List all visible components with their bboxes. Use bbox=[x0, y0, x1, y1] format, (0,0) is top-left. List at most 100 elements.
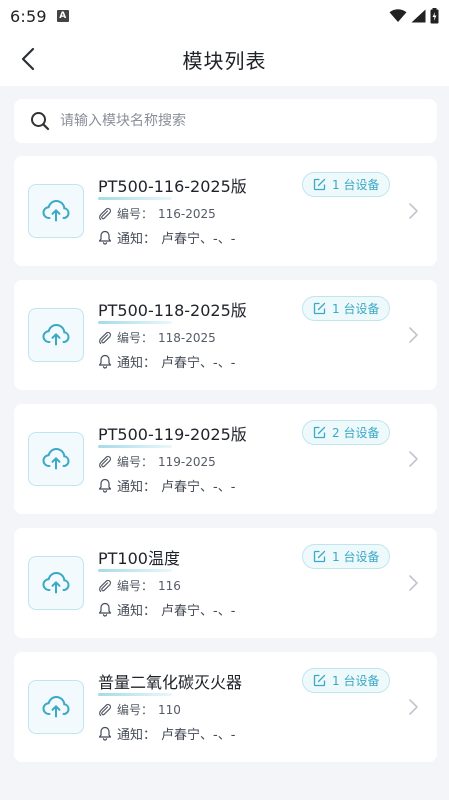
device-count: 1 台设备 bbox=[332, 550, 380, 564]
edit-icon bbox=[313, 302, 326, 315]
paperclip-icon bbox=[99, 455, 112, 468]
edit-icon bbox=[313, 178, 326, 191]
paperclip-icon bbox=[99, 579, 112, 592]
module-name: PT100温度 bbox=[98, 549, 180, 568]
module-notify: 卢春宁、-、- bbox=[161, 480, 236, 495]
notify-label: 通知： bbox=[117, 356, 157, 371]
nav-bar: 模块列表 bbox=[0, 32, 449, 86]
module-code-row: 编号： 116-2025 bbox=[98, 205, 216, 222]
notify-label: 通知： bbox=[117, 480, 157, 495]
bell-icon bbox=[98, 354, 112, 369]
module-card[interactable]: PT500-118-2025版 1 台设备 编号： 118-2025 通知： 卢春宁… bbox=[14, 280, 437, 390]
code-label: 编号： bbox=[117, 455, 154, 469]
module-code-row: 编号： 116 bbox=[98, 577, 181, 594]
module-thumbnail bbox=[28, 184, 84, 238]
module-card[interactable]: PT500-116-2025版 1 台设备 编号： 116-2025 通知： 卢春宁… bbox=[14, 156, 437, 266]
chevron-left-icon bbox=[21, 47, 35, 71]
name-underline bbox=[98, 321, 172, 324]
notify-label: 通知： bbox=[117, 728, 157, 743]
module-card[interactable]: 普量二氧化碳灭火器 1 台设备 编号： 110 通知： 卢春宁、-、- bbox=[14, 652, 437, 762]
chevron-right-icon bbox=[409, 575, 418, 591]
search-icon bbox=[31, 112, 50, 131]
bell-icon bbox=[98, 230, 112, 245]
module-notify-row: 通知： 卢春宁、-、- bbox=[98, 724, 235, 743]
edit-icon bbox=[313, 426, 326, 439]
device-count-badge[interactable]: 2 台设备 bbox=[302, 420, 391, 445]
wifi-icon bbox=[389, 9, 407, 22]
notify-label: 通知： bbox=[117, 232, 157, 247]
name-underline bbox=[98, 445, 172, 448]
module-notify: 卢春宁、-、- bbox=[161, 232, 236, 247]
module-notify-row: 通知： 卢春宁、-、- bbox=[98, 600, 235, 619]
bell-icon bbox=[98, 602, 112, 617]
device-count-badge[interactable]: 1 台设备 bbox=[302, 668, 391, 693]
module-code: 116 bbox=[158, 578, 181, 593]
device-count: 1 台设备 bbox=[332, 178, 380, 192]
edit-icon bbox=[313, 674, 326, 687]
device-count-badge[interactable]: 1 台设备 bbox=[302, 544, 391, 569]
module-code: 116-2025 bbox=[158, 206, 216, 221]
cloud-upload-icon bbox=[42, 447, 70, 470]
chevron-right-icon bbox=[409, 203, 418, 219]
module-name: PT500-119-2025版 bbox=[98, 425, 247, 444]
paperclip-icon bbox=[99, 207, 112, 220]
cloud-upload-icon bbox=[42, 323, 70, 346]
module-name: 普量二氧化碳灭火器 bbox=[98, 673, 243, 692]
notification-app-icon: A bbox=[56, 10, 69, 22]
back-button[interactable] bbox=[14, 44, 42, 74]
module-thumbnail bbox=[28, 308, 84, 362]
status-time: 6:59 bbox=[10, 6, 47, 26]
content-area: PT500-116-2025版 1 台设备 编号： 116-2025 通知： 卢春宁… bbox=[0, 86, 449, 800]
module-code-row: 编号： 119-2025 bbox=[98, 453, 216, 470]
device-count-badge[interactable]: 1 台设备 bbox=[302, 172, 391, 197]
edit-icon bbox=[313, 550, 326, 563]
module-notify: 卢春宁、-、- bbox=[161, 356, 236, 371]
module-code: 118-2025 bbox=[158, 330, 216, 345]
search-input[interactable] bbox=[60, 113, 400, 129]
module-code: 119-2025 bbox=[158, 454, 216, 469]
module-notify: 卢春宁、-、- bbox=[161, 604, 236, 619]
bell-icon bbox=[98, 478, 112, 493]
module-notify: 卢春宁、-、- bbox=[161, 728, 236, 743]
cloud-upload-icon bbox=[42, 571, 70, 594]
chevron-right-icon bbox=[409, 451, 418, 467]
name-underline bbox=[98, 569, 172, 572]
module-notify-row: 通知： 卢春宁、-、- bbox=[98, 352, 235, 371]
module-thumbnail bbox=[28, 432, 84, 486]
code-label: 编号： bbox=[117, 331, 154, 345]
module-notify-row: 通知： 卢春宁、-、- bbox=[98, 476, 235, 495]
device-count: 2 台设备 bbox=[332, 426, 380, 440]
device-count: 1 台设备 bbox=[332, 674, 380, 688]
cellular-signal-icon bbox=[411, 9, 426, 23]
code-label: 编号： bbox=[117, 579, 154, 593]
cloud-upload-icon bbox=[42, 199, 70, 222]
bell-icon bbox=[98, 726, 112, 741]
module-notify-row: 通知： 卢春宁、-、- bbox=[98, 228, 235, 247]
module-card[interactable]: PT500-119-2025版 2 台设备 编号： 119-2025 通知： 卢春宁… bbox=[14, 404, 437, 514]
notify-label: 通知： bbox=[117, 604, 157, 619]
cloud-upload-icon bbox=[42, 695, 70, 718]
module-name: PT500-118-2025版 bbox=[98, 301, 247, 320]
chevron-right-icon bbox=[409, 327, 418, 343]
device-count-badge[interactable]: 1 台设备 bbox=[302, 296, 391, 321]
status-bar: 6:59 A bbox=[0, 0, 449, 32]
module-thumbnail bbox=[28, 680, 84, 734]
name-underline bbox=[98, 693, 172, 696]
module-code-row: 编号： 110 bbox=[98, 701, 181, 718]
module-code: 110 bbox=[158, 702, 181, 717]
paperclip-icon bbox=[99, 703, 112, 716]
status-icons bbox=[389, 8, 439, 24]
chevron-right-icon bbox=[409, 699, 418, 715]
module-thumbnail bbox=[28, 556, 84, 610]
module-name: PT500-116-2025版 bbox=[98, 177, 247, 196]
paperclip-icon bbox=[99, 331, 112, 344]
battery-icon bbox=[430, 8, 439, 24]
page-title: 模块列表 bbox=[182, 48, 267, 73]
code-label: 编号： bbox=[117, 703, 154, 717]
search-bar[interactable] bbox=[14, 99, 437, 143]
name-underline bbox=[98, 197, 172, 200]
device-count: 1 台设备 bbox=[332, 302, 380, 316]
code-label: 编号： bbox=[117, 207, 154, 221]
module-card[interactable]: PT100温度 1 台设备 编号： 116 通知： 卢春宁、-、- bbox=[14, 528, 437, 638]
module-code-row: 编号： 118-2025 bbox=[98, 329, 216, 346]
